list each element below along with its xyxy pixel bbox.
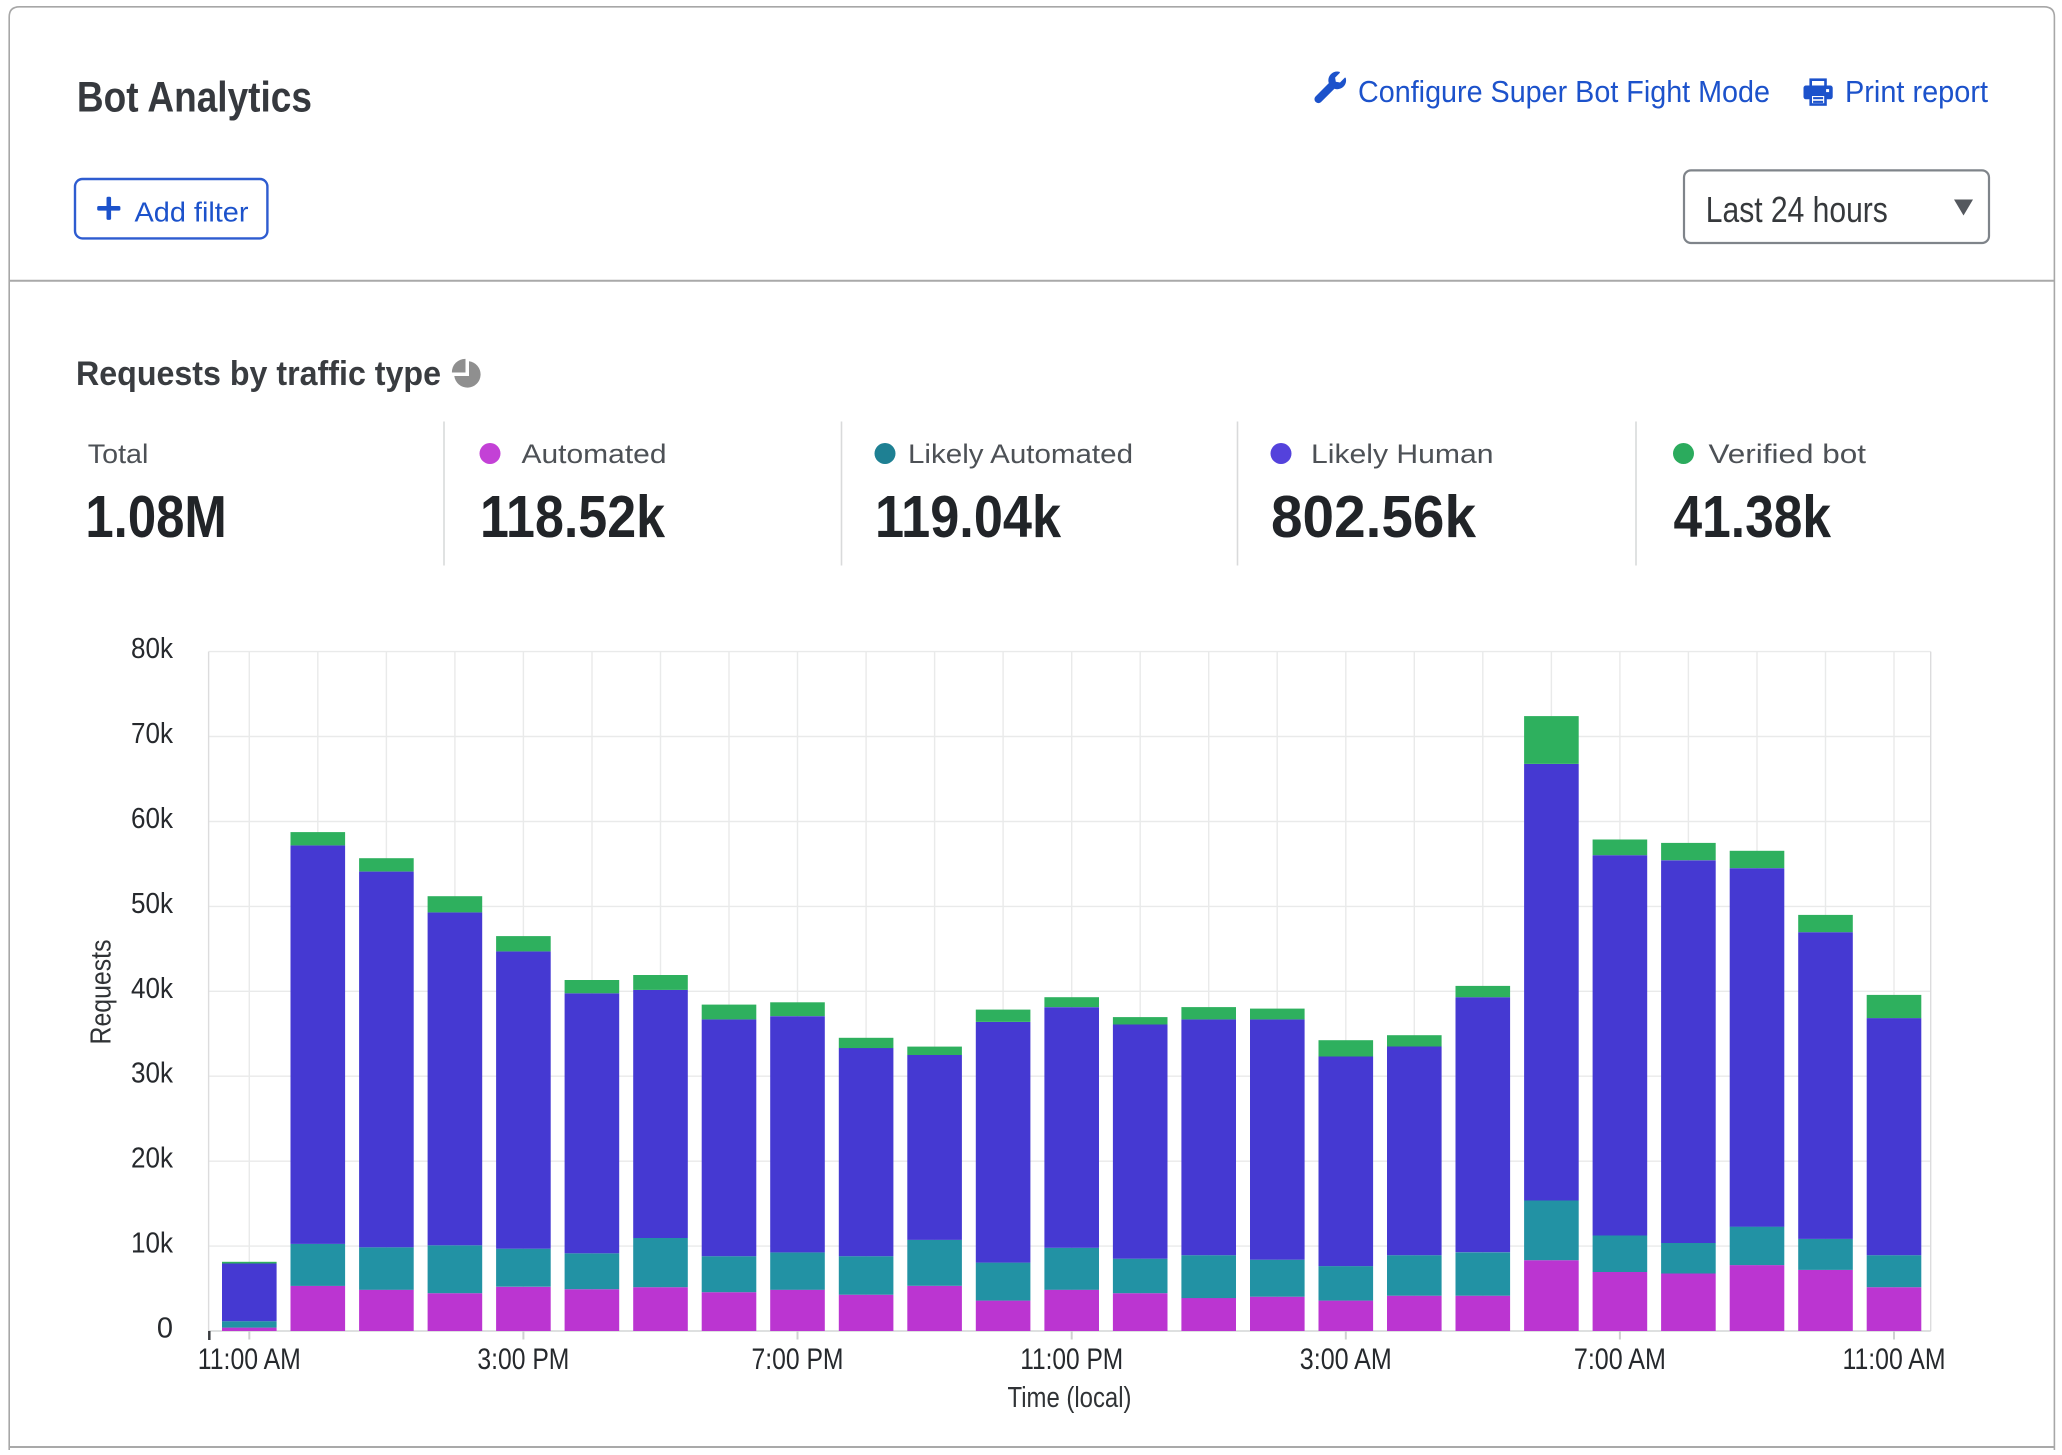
svg-text:80k: 80k [131, 633, 173, 665]
svg-text:60k: 60k [131, 803, 173, 835]
svg-text:Likely Automated: Likely Automated [908, 439, 1133, 469]
svg-text:Bot Analytics: Bot Analytics [77, 74, 312, 122]
svg-text:Total: Total [88, 439, 149, 469]
svg-text:802.56k: 802.56k [1271, 484, 1476, 550]
svg-text:Print report: Print report [1845, 74, 1988, 109]
svg-text:40k: 40k [131, 973, 173, 1005]
svg-text:Requests: Requests [86, 940, 118, 1045]
svg-text:50k: 50k [131, 888, 173, 920]
svg-text:118.52k: 118.52k [480, 484, 665, 550]
svg-text:Add filter: Add filter [135, 196, 249, 227]
svg-text:0: 0 [157, 1313, 173, 1345]
svg-text:Requests by traffic type: Requests by traffic type [76, 355, 441, 393]
svg-text:Time (local): Time (local) [1008, 1382, 1132, 1414]
svg-text:11:00 AM: 11:00 AM [1843, 1343, 1946, 1376]
svg-text:30k: 30k [131, 1058, 173, 1090]
svg-text:119.04k: 119.04k [875, 484, 1061, 550]
svg-text:Last 24 hours: Last 24 hours [1706, 189, 1888, 230]
svg-text:Likely Human: Likely Human [1311, 439, 1494, 469]
svg-text:7:00 AM: 7:00 AM [1574, 1343, 1666, 1376]
svg-text:41.38k: 41.38k [1674, 484, 1832, 550]
svg-text:1.08M: 1.08M [85, 484, 226, 550]
svg-text:20k: 20k [131, 1143, 173, 1175]
svg-text:Verified bot: Verified bot [1709, 439, 1867, 469]
svg-text:70k: 70k [131, 718, 173, 750]
svg-text:11:00 PM: 11:00 PM [1020, 1343, 1123, 1376]
svg-text:7:00 PM: 7:00 PM [752, 1343, 844, 1376]
svg-text:10k: 10k [131, 1228, 173, 1260]
svg-text:Automated: Automated [522, 439, 667, 469]
svg-text:3:00 PM: 3:00 PM [477, 1343, 569, 1376]
svg-text:11:00 AM: 11:00 AM [198, 1343, 301, 1376]
svg-text:Configure Super Bot Fight Mode: Configure Super Bot Fight Mode [1358, 74, 1770, 109]
svg-text:3:00 AM: 3:00 AM [1300, 1343, 1392, 1376]
